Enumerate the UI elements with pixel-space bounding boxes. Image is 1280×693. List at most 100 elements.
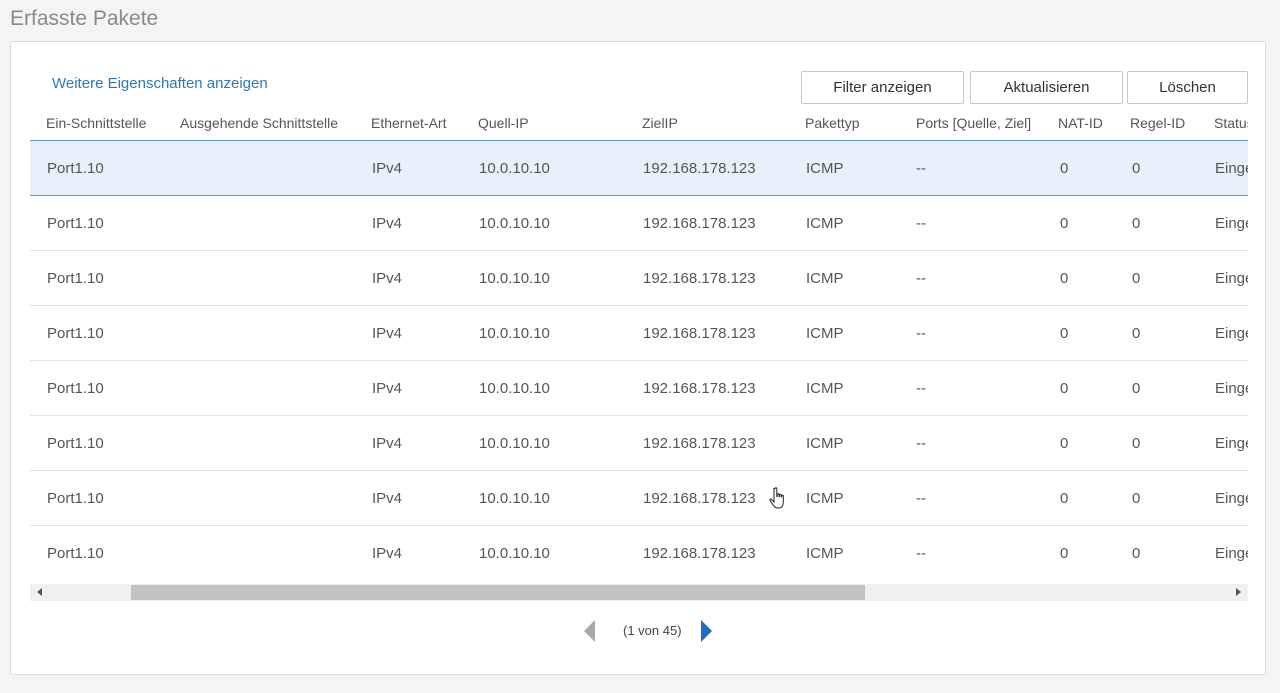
cell-rule-id: 0 (1132, 435, 1141, 452)
cell-ethernet-type: IPv4 (372, 270, 403, 287)
chevron-right-icon[interactable] (701, 620, 712, 642)
packets-table: Ein-Schnittstelle Ausgehende Schnittstel… (30, 104, 1248, 580)
cell-source-ip: 10.0.10.10 (479, 545, 550, 562)
cell-in-interface: Port1.10 (47, 380, 104, 397)
cell-ethernet-type: IPv4 (372, 160, 403, 177)
cell-ports: -- (916, 435, 926, 452)
cell-packet-type: ICMP (806, 435, 844, 452)
cell-ports: -- (916, 215, 926, 232)
pagination: (1 von 45) (11, 620, 1267, 642)
show-more-properties-link[interactable]: Weitere Eigenschaften anzeigen (52, 75, 268, 92)
cell-ports: -- (916, 380, 926, 397)
cell-dest-ip: 192.168.178.123 (643, 545, 756, 562)
cell-nat-id: 0 (1060, 270, 1069, 287)
table-row[interactable]: Port1.10 IPv4 10.0.10.10 192.168.178.123 ICM… (30, 196, 1248, 251)
cell-in-interface: Port1.10 (47, 270, 104, 287)
cell-dest-ip: 192.168.178.123 (643, 215, 756, 232)
cell-ports: -- (916, 325, 926, 342)
table-row[interactable]: Port1.10 IPv4 10.0.10.10 192.168.178.123 ICM… (30, 251, 1248, 306)
cell-status: Eingehend (1215, 435, 1248, 452)
column-header-ethernet-type[interactable]: Ethernet-Art (371, 115, 446, 131)
cell-packet-type: ICMP (806, 325, 844, 342)
cell-packet-type: ICMP (806, 490, 844, 507)
cell-ethernet-type: IPv4 (372, 380, 403, 397)
cell-nat-id: 0 (1060, 490, 1069, 507)
chevron-left-icon[interactable] (584, 620, 595, 642)
scroll-left-icon[interactable] (37, 588, 42, 596)
cell-nat-id: 0 (1060, 435, 1069, 452)
table-header: Ein-Schnittstelle Ausgehende Schnittstel… (30, 104, 1248, 141)
table-row[interactable]: Port1.10 IPv4 10.0.10.10 192.168.178.123 ICM… (30, 471, 1248, 526)
cell-ethernet-type: IPv4 (372, 490, 403, 507)
table-row[interactable]: Port1.10 IPv4 10.0.10.10 192.168.178.123 ICM… (30, 306, 1248, 361)
cell-dest-ip: 192.168.178.123 (643, 435, 756, 452)
cell-nat-id: 0 (1060, 325, 1069, 342)
table-row[interactable]: Port1.10 IPv4 10.0.10.10 192.168.178.123 ICM… (30, 526, 1248, 580)
cell-rule-id: 0 (1132, 270, 1141, 287)
cell-status: Eingehend (1215, 490, 1248, 507)
refresh-button[interactable]: Aktualisieren (970, 71, 1123, 104)
cell-status: Eingehend (1215, 545, 1248, 562)
cell-packet-type: ICMP (806, 380, 844, 397)
cell-packet-type: ICMP (806, 215, 844, 232)
table-body: Port1.10 IPv4 10.0.10.10 192.168.178.123 ICM… (30, 141, 1248, 580)
cell-packet-type: ICMP (806, 160, 844, 177)
cell-source-ip: 10.0.10.10 (479, 435, 550, 452)
cell-packet-type: ICMP (806, 270, 844, 287)
cell-status: Eingehend (1215, 325, 1248, 342)
scroll-right-icon[interactable] (1236, 588, 1241, 596)
horizontal-scrollbar[interactable] (30, 584, 1248, 601)
cell-rule-id: 0 (1132, 545, 1141, 562)
cell-ethernet-type: IPv4 (372, 435, 403, 452)
column-header-nat-id[interactable]: NAT-ID (1058, 115, 1103, 131)
cell-source-ip: 10.0.10.10 (479, 215, 550, 232)
column-header-in-interface[interactable]: Ein-Schnittstelle (46, 115, 146, 131)
column-header-dest-ip[interactable]: ZielIP (642, 115, 678, 131)
cell-status: Eingehend (1215, 270, 1248, 287)
cell-nat-id: 0 (1060, 160, 1069, 177)
cell-ports: -- (916, 490, 926, 507)
cell-in-interface: Port1.10 (47, 215, 104, 232)
column-header-out-interface[interactable]: Ausgehende Schnittstelle (180, 115, 338, 131)
cell-rule-id: 0 (1132, 325, 1141, 342)
hand-cursor-icon (769, 487, 784, 509)
cell-ports: -- (916, 160, 926, 177)
table-row[interactable]: Port1.10 IPv4 10.0.10.10 192.168.178.123 ICM… (30, 416, 1248, 471)
cell-source-ip: 10.0.10.10 (479, 490, 550, 507)
cell-nat-id: 0 (1060, 215, 1069, 232)
cell-rule-id: 0 (1132, 380, 1141, 397)
page-title: Erfasste Pakete (10, 7, 159, 30)
table-row[interactable]: Port1.10 IPv4 10.0.10.10 192.168.178.123 ICM… (30, 141, 1248, 196)
cell-nat-id: 0 (1060, 545, 1069, 562)
delete-button[interactable]: Löschen (1127, 71, 1248, 104)
column-header-status[interactable]: Status (1214, 115, 1248, 131)
cell-dest-ip: 192.168.178.123 (643, 270, 756, 287)
show-filter-button[interactable]: Filter anzeigen (801, 71, 964, 104)
cell-ethernet-type: IPv4 (372, 545, 403, 562)
cell-ports: -- (916, 545, 926, 562)
cell-rule-id: 0 (1132, 160, 1141, 177)
page-indicator: (1 von 45) (623, 623, 682, 638)
table-row[interactable]: Port1.10 IPv4 10.0.10.10 192.168.178.123 ICM… (30, 361, 1248, 416)
cell-status: Eingehend (1215, 380, 1248, 397)
cell-status: Eingehend (1215, 215, 1248, 232)
cell-rule-id: 0 (1132, 490, 1141, 507)
cell-dest-ip: 192.168.178.123 (643, 160, 756, 177)
cell-ports: -- (916, 270, 926, 287)
cell-ethernet-type: IPv4 (372, 325, 403, 342)
cell-packet-type: ICMP (806, 545, 844, 562)
cell-dest-ip: 192.168.178.123 (643, 490, 756, 507)
column-header-ports[interactable]: Ports [Quelle, Ziel] (916, 115, 1031, 131)
cell-status: Eingehend (1215, 160, 1248, 177)
column-header-source-ip[interactable]: Quell-IP (478, 115, 529, 131)
column-header-packet-type[interactable]: Pakettyp (805, 115, 859, 131)
cell-rule-id: 0 (1132, 215, 1141, 232)
cell-source-ip: 10.0.10.10 (479, 270, 550, 287)
column-header-rule-id[interactable]: Regel-ID (1130, 115, 1185, 131)
captured-packets-panel: Weitere Eigenschaften anzeigen Filter an… (10, 41, 1266, 675)
cell-dest-ip: 192.168.178.123 (643, 325, 756, 342)
cell-in-interface: Port1.10 (47, 325, 104, 342)
scrollbar-thumb[interactable] (131, 585, 865, 600)
cell-ethernet-type: IPv4 (372, 215, 403, 232)
cell-in-interface: Port1.10 (47, 490, 104, 507)
